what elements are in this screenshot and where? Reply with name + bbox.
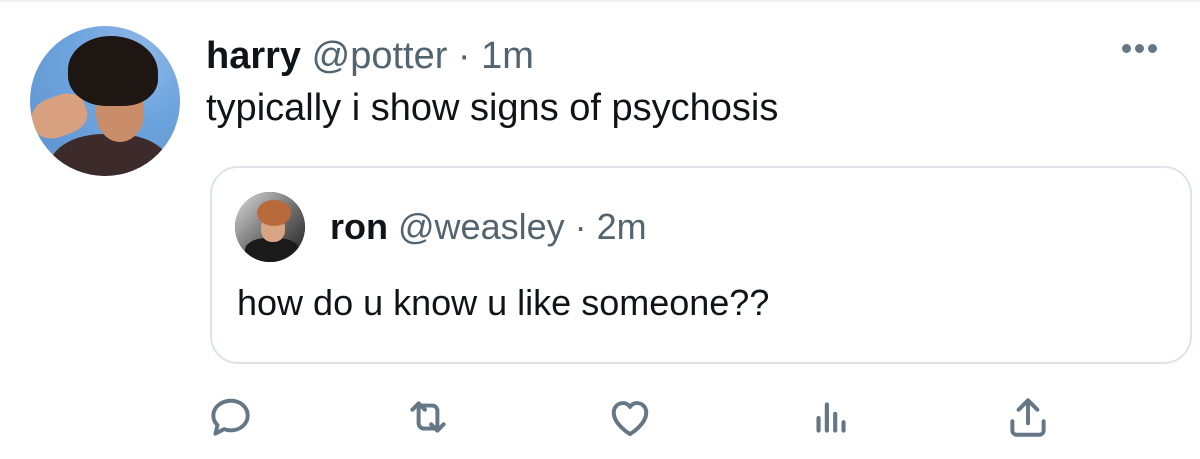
quoted-tweet-text: how do u know u like someone?? xyxy=(237,282,770,323)
quoted-time-separator: · xyxy=(564,206,597,247)
quoted-tweet-timestamp: 2m xyxy=(596,206,647,247)
reply-icon[interactable] xyxy=(205,392,255,442)
author-handle[interactable]: @potter xyxy=(312,35,448,77)
share-icon[interactable] xyxy=(1003,392,1053,442)
top-divider xyxy=(0,0,1200,2)
more-options-icon[interactable] xyxy=(1118,38,1162,58)
quoted-author-name: ron xyxy=(330,206,388,247)
tweet-timestamp[interactable]: 1m xyxy=(481,35,534,77)
author-avatar[interactable] xyxy=(30,26,180,176)
quoted-tweet-card[interactable]: ron @weasley · 2m how do u know u like s… xyxy=(210,166,1192,364)
retweet-icon[interactable] xyxy=(403,392,453,442)
quoted-author-avatar xyxy=(235,192,305,262)
quoted-author-handle: @weasley xyxy=(398,206,565,247)
tweet-header: harry @potter · 1m xyxy=(206,34,534,78)
author-name[interactable]: harry xyxy=(206,35,301,77)
quoted-tweet-header: ron @weasley · 2m xyxy=(330,206,647,248)
like-icon[interactable] xyxy=(605,392,655,442)
time-separator: · xyxy=(447,35,482,77)
tweet-text: typically i show signs of psychosis xyxy=(206,87,779,129)
analytics-icon[interactable] xyxy=(805,392,855,442)
